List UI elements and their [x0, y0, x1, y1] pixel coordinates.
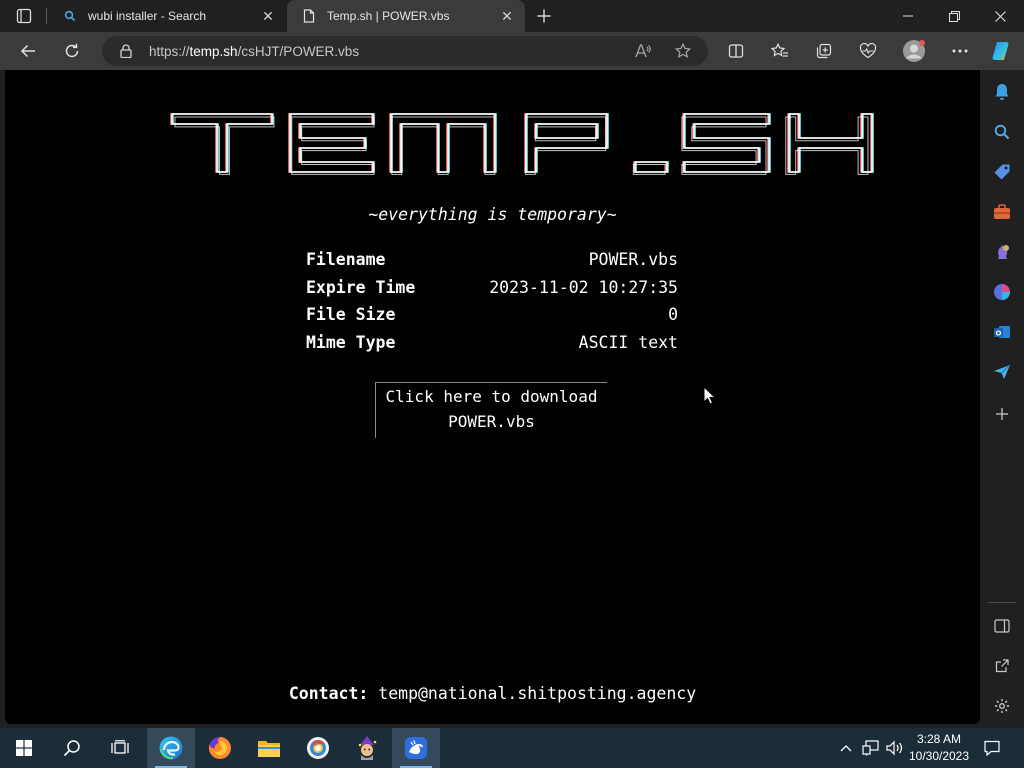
file-info-row: Expire Time 2023-11-02 10:27:35: [306, 274, 678, 302]
refresh-icon[interactable]: [58, 37, 86, 65]
taskbar-search-icon[interactable]: [48, 728, 96, 768]
new-tab-icon[interactable]: [532, 4, 556, 28]
url-text[interactable]: https://temp.sh/csHJT/POWER.vbs: [149, 44, 359, 59]
task-view-icon[interactable]: [96, 728, 144, 768]
tab-temp-sh[interactable]: Temp.sh | POWER.vbs ✕: [287, 0, 525, 32]
tab-title: wubi installer - Search: [88, 9, 207, 23]
taskbar-file-explorer-icon[interactable]: [245, 728, 293, 768]
url-host: temp.sh: [189, 43, 238, 59]
tab-separator: [46, 8, 47, 24]
file-info-row: Mime Type ASCII text: [306, 329, 678, 357]
tools-briefcase-icon[interactable]: [990, 200, 1014, 224]
drop-send-icon[interactable]: [990, 360, 1014, 384]
mouse-cursor-icon: [703, 385, 717, 410]
favorites-icon[interactable]: [766, 37, 794, 65]
url-path: /csHJT/POWER.vbs: [237, 43, 360, 59]
network-icon[interactable]: [860, 728, 882, 768]
tab-actions-icon[interactable]: [8, 4, 40, 28]
tagline: ~everything is temporary~: [368, 205, 617, 224]
contact-line: Contact: temp@national.shitposting.agenc…: [5, 684, 980, 703]
info-value: 2023-11-02 10:27:35: [489, 277, 678, 297]
windows-start-icon[interactable]: [0, 728, 48, 768]
read-aloud-icon[interactable]: [634, 42, 652, 60]
download-label-line2: POWER.vbs: [448, 412, 535, 431]
taskbar-app-wizard-icon[interactable]: [343, 728, 391, 768]
info-key: Filename: [306, 250, 386, 270]
taskbar-bird-app-icon[interactable]: [392, 728, 440, 768]
sidebar-divider: [988, 602, 1016, 603]
add-sidebar-app-icon[interactable]: [990, 402, 1014, 426]
show-hidden-icons-chevron-icon[interactable]: [836, 728, 856, 768]
favorite-star-icon[interactable]: [674, 42, 692, 60]
temp-sh-logo: [170, 110, 915, 180]
collections-icon[interactable]: [810, 37, 838, 65]
document-icon: [301, 8, 317, 24]
clock-date: 10/30/2023: [908, 749, 970, 763]
system-clock[interactable]: 3:28 AM 10/30/2023: [904, 731, 974, 765]
info-key: Expire Time: [306, 277, 416, 297]
more-options-icon[interactable]: [946, 37, 974, 65]
close-window-icon[interactable]: [977, 0, 1023, 32]
search-icon: [62, 8, 78, 24]
notification-center-icon[interactable]: [980, 728, 1004, 768]
info-key: Mime Type: [306, 332, 396, 352]
url-scheme: https://: [149, 43, 190, 59]
download-button[interactable]: Click here to download POWER.vbs: [375, 382, 607, 438]
tab-search[interactable]: wubi installer - Search ✕: [46, 0, 286, 32]
tab-strip: wubi installer - Search ✕ Temp.sh | POWE…: [0, 0, 1024, 32]
info-value: ASCII text: [578, 332, 678, 352]
file-info-row: Filename POWER.vbs: [306, 246, 678, 274]
tab-title: Temp.sh | POWER.vbs: [327, 9, 450, 23]
svg-text:O: O: [996, 329, 1002, 337]
microsoft-365-icon[interactable]: [990, 280, 1014, 304]
file-info-table: Filename POWER.vbs Expire Time 2023-11-0…: [306, 246, 678, 356]
taskbar-firefox-icon[interactable]: [196, 728, 244, 768]
copilot-icon[interactable]: [988, 37, 1016, 65]
address-bar[interactable]: https://temp.sh/csHJT/POWER.vbs: [102, 36, 708, 66]
outlook-icon[interactable]: O: [990, 320, 1014, 344]
back-icon[interactable]: [14, 37, 42, 65]
search-icon[interactable]: [990, 120, 1014, 144]
browser-toolbar: https://temp.sh/csHJT/POWER.vbs: [0, 32, 1024, 70]
edge-sidebar: O: [980, 70, 1024, 728]
contact-label: Contact:: [288, 684, 369, 703]
info-value: POWER.vbs: [588, 250, 678, 270]
page-content: ~everything is temporary~ Filename POWER…: [5, 70, 980, 724]
info-key: File Size: [306, 305, 396, 325]
minimize-icon[interactable]: [885, 0, 931, 32]
sidebar-settings-gear-icon[interactable]: [990, 694, 1014, 718]
open-external-icon[interactable]: [990, 654, 1014, 678]
split-screen-icon[interactable]: [722, 37, 750, 65]
info-value: 0: [668, 305, 678, 325]
tab-close-icon[interactable]: ✕: [256, 4, 280, 28]
taskbar-brave-icon[interactable]: [294, 728, 342, 768]
shopping-tag-icon[interactable]: [990, 160, 1014, 184]
windows-taskbar: 3:28 AM 10/30/2023: [0, 728, 1024, 768]
browser-essentials-icon[interactable]: [854, 37, 882, 65]
restore-icon[interactable]: [931, 0, 977, 32]
download-label-line1: Click here to download: [385, 387, 598, 406]
notification-bell-icon[interactable]: [990, 80, 1014, 104]
hide-sidebar-icon[interactable]: [990, 614, 1014, 638]
file-info-row: File Size 0: [306, 301, 678, 329]
volume-icon[interactable]: [884, 728, 906, 768]
games-chess-icon[interactable]: [990, 240, 1014, 264]
contact-email-link[interactable]: temp@national.shitposting.agency: [378, 684, 696, 703]
taskbar-edge-icon[interactable]: [147, 728, 195, 768]
tab-close-icon[interactable]: ✕: [495, 4, 519, 28]
profile-avatar-icon[interactable]: [900, 37, 928, 65]
lock-icon[interactable]: [118, 43, 134, 59]
clock-time: 3:28 AM: [916, 732, 962, 746]
